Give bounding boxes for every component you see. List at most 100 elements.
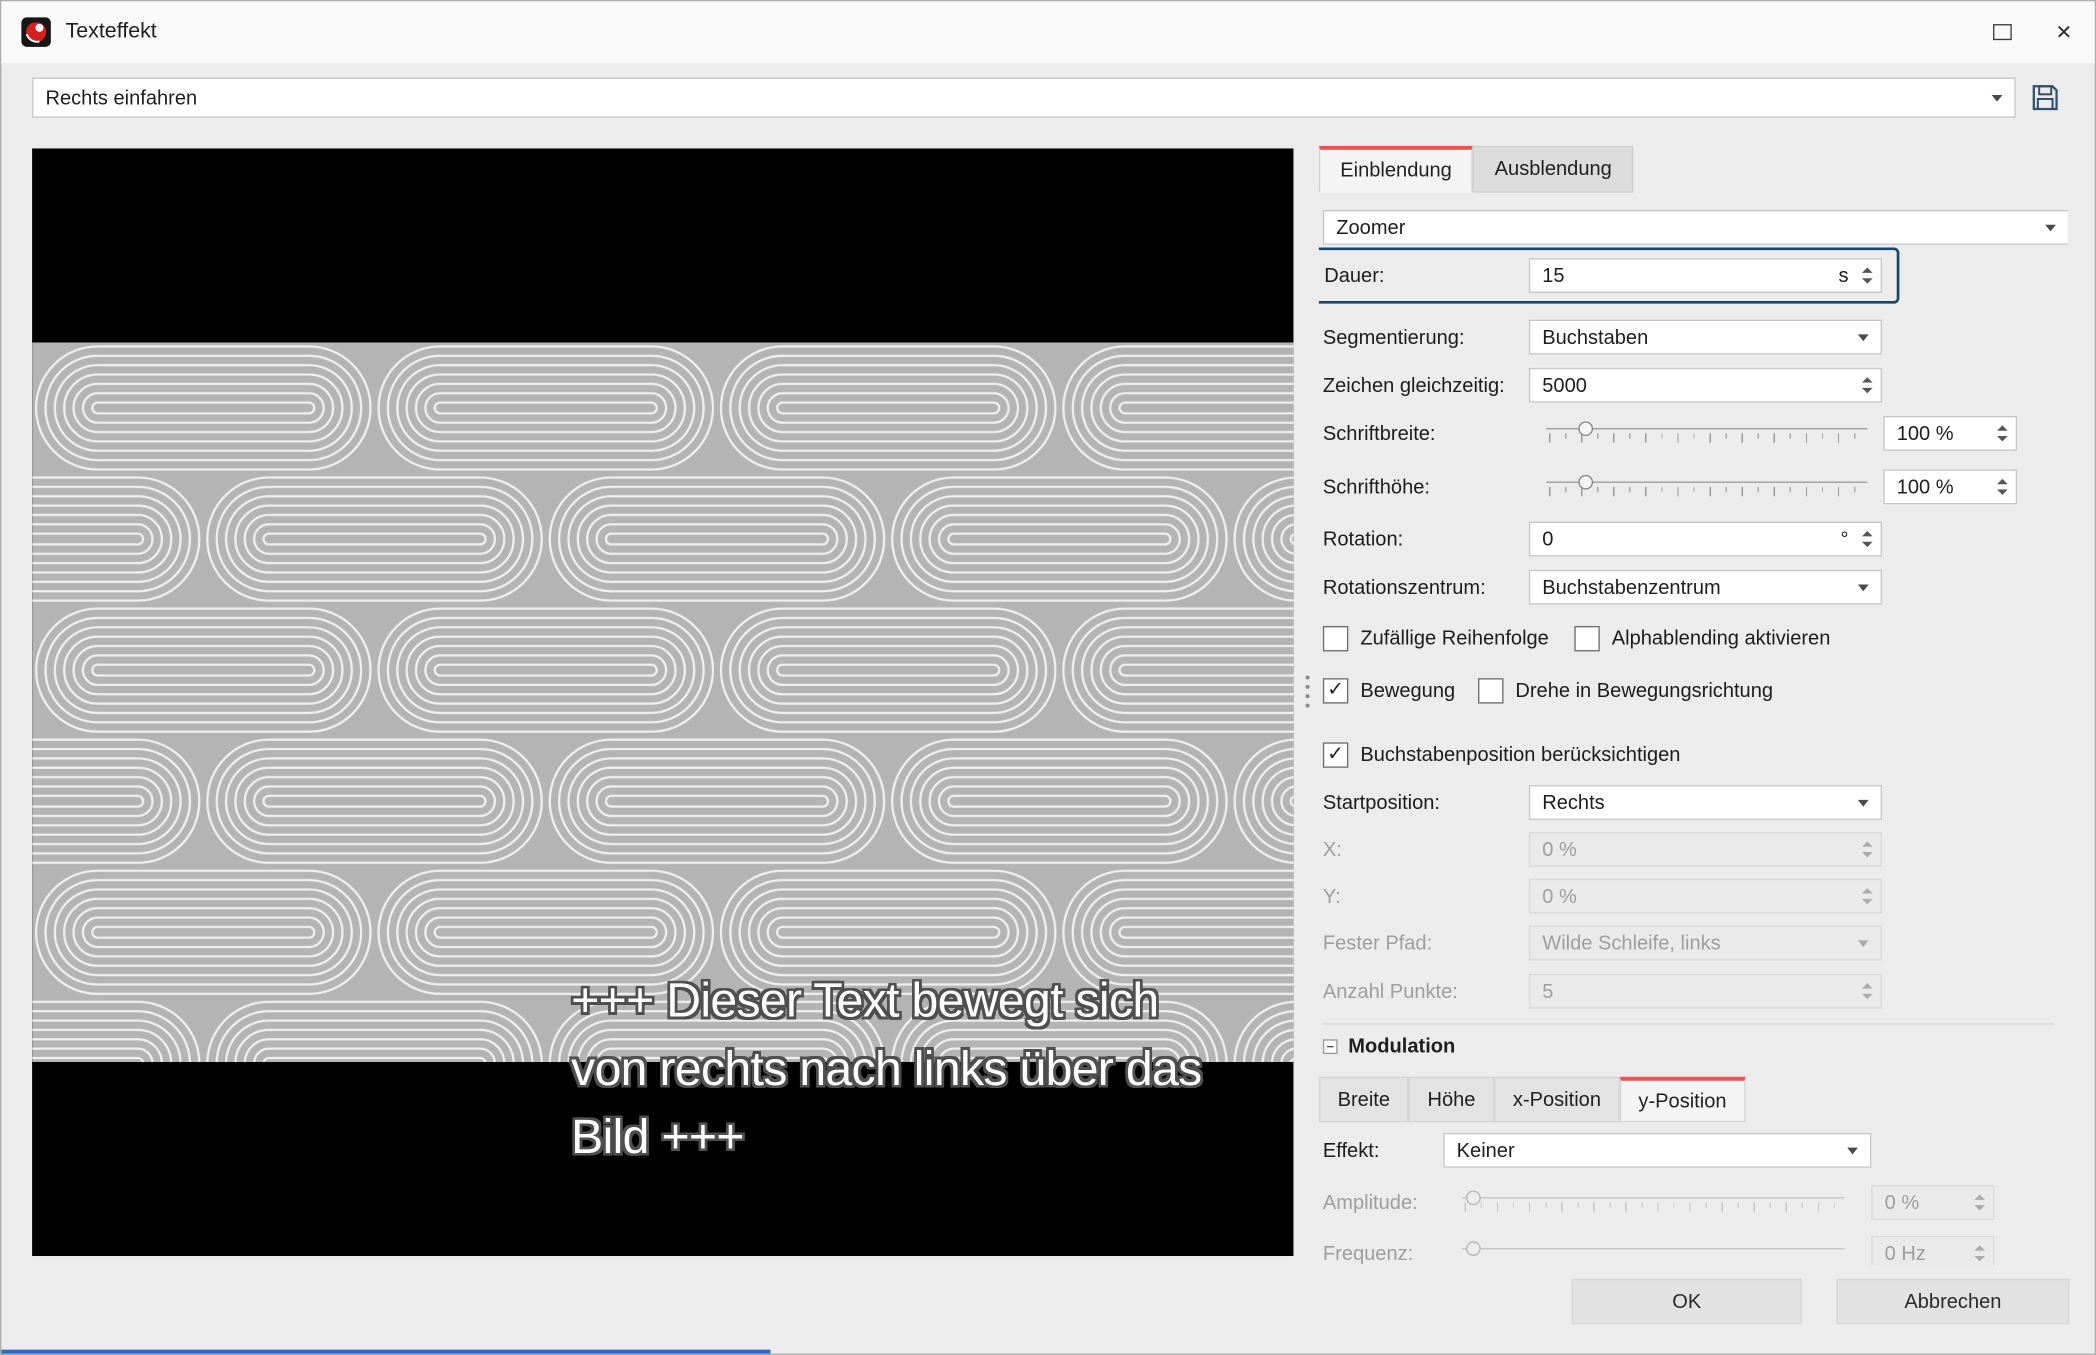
alphablending-checkbox[interactable] (1574, 625, 1600, 651)
zufaellige-reihenfolge-label[interactable]: Zufällige Reihenfolge (1360, 627, 1549, 650)
tab-breite[interactable]: Breite (1318, 1076, 1409, 1123)
window-title: Texteffekt (65, 20, 157, 43)
maximize-button[interactable] (1972, 1, 2034, 63)
rotation-value: 0 (1542, 527, 1554, 551)
close-button[interactable]: ✕ (2033, 1, 2095, 63)
spinner-buttons[interactable] (1993, 417, 2012, 449)
frequenz-spinner: 0 Hz (1871, 1235, 1995, 1266)
spinner-buttons[interactable] (1858, 259, 1877, 291)
app-logo-icon (20, 16, 52, 48)
tab-ausblendung[interactable]: Ausblendung (1473, 145, 1634, 193)
x-spinner: 0 % (1528, 831, 1883, 867)
spinner-buttons (1858, 880, 1877, 912)
chevron-down-icon (1857, 583, 1869, 591)
drehe-checkbox[interactable] (1477, 677, 1504, 703)
schrifthoehe-row: Schrifthöhe: 100 % (1323, 468, 2059, 505)
schriftbreite-slider[interactable] (1546, 417, 1868, 449)
preset-row: Rechts einfahren (32, 77, 2065, 118)
schriftbreite-label: Schriftbreite: (1322, 422, 1436, 445)
checkbox-row-3: ✓ Buchstabenposition berücksichtigen (1322, 737, 2059, 772)
tab-x-position[interactable]: x-Position (1494, 1076, 1620, 1123)
fester-pfad-value: Wilde Schleife, links (1542, 931, 1721, 955)
spinner-buttons (1970, 1237, 1989, 1265)
slider-thumb[interactable] (1578, 421, 1594, 437)
startposition-dropdown[interactable]: Rechts (1528, 785, 1883, 820)
schrifthoehe-spinner[interactable]: 100 % (1883, 469, 2018, 505)
chevron-down-icon (1857, 939, 1869, 947)
anzahl-punkte-row: Anzahl Punkte: 5 (1323, 973, 2059, 1009)
modulation-tabs: Breite Höhe x-Position y-Position (1318, 1076, 1746, 1123)
spinner-buttons (1970, 1186, 1989, 1218)
schrifthoehe-slider[interactable] (1546, 471, 1868, 503)
rotationszentrum-dropdown[interactable]: Buchstabenzentrum (1528, 569, 1883, 605)
tab-y-position[interactable]: y-Position (1619, 1076, 1746, 1123)
preview-overlay-text[interactable]: +++ Dieser Text bewegt sich von rechts n… (571, 966, 1202, 1171)
bewegung-checkbox[interactable]: ✓ (1322, 677, 1349, 703)
zeichen-label: Zeichen gleichzeitig: (1322, 373, 1505, 397)
rotation-spinner[interactable]: 0 ° (1528, 521, 1883, 557)
amplitude-spinner: 0 % (1871, 1185, 1995, 1220)
amplitude-slider (1461, 1186, 1845, 1218)
effekt-dropdown[interactable]: Keiner (1443, 1132, 1872, 1168)
anzahl-punkte-spinner: 5 (1528, 973, 1883, 1009)
segmentierung-label: Segmentierung: (1322, 325, 1465, 349)
rotation-row: Rotation: 0 ° (1323, 521, 2059, 557)
overlay-line: +++ Dieser Text bewegt sich (571, 972, 1159, 1028)
splitter-handle[interactable] (1300, 669, 1313, 714)
animation-value: Zoomer (1336, 216, 1406, 239)
spinner-buttons[interactable] (1858, 369, 1877, 401)
alphablending-label[interactable]: Alphablending aktivieren (1612, 627, 1831, 650)
save-preset-button[interactable] (2025, 78, 2065, 118)
slider-thumb (1466, 1190, 1481, 1206)
ok-button[interactable]: OK (1571, 1278, 1802, 1325)
schriftbreite-value: 100 % (1896, 422, 1954, 445)
buchstabenposition-checkbox[interactable]: ✓ (1322, 741, 1349, 768)
drehe-label[interactable]: Drehe in Bewegungsrichtung (1515, 679, 1773, 702)
fester-pfad-row: Fester Pfad: Wilde Schleife, links (1323, 925, 2059, 961)
fade-tabs: Einblendung Ausblendung (1318, 145, 1634, 193)
segmentierung-value: Buchstaben (1542, 325, 1649, 349)
settings-panel: Einblendung Ausblendung Zoomer Dauer: 15… (1318, 145, 2068, 1266)
rotationszentrum-row: Rotationszentrum: Buchstabenzentrum (1322, 569, 2059, 605)
spinner-buttons (1858, 975, 1877, 1007)
rotationszentrum-label: Rotationszentrum: (1322, 575, 1486, 599)
effekt-label: Effekt: (1322, 1138, 1380, 1162)
animation-dropdown[interactable]: Zoomer (1322, 210, 2068, 245)
dauer-spinner[interactable]: 15 s (1528, 258, 1883, 293)
x-label: X: (1322, 838, 1342, 861)
fester-pfad-dropdown: Wilde Schleife, links (1528, 925, 1883, 961)
effekt-row: Effekt: Keiner (1322, 1132, 2059, 1168)
preset-combobox[interactable]: Rechts einfahren (32, 77, 2016, 118)
tab-hoehe[interactable]: Höhe (1408, 1076, 1495, 1123)
zeichen-spinner[interactable]: 5000 (1528, 367, 1883, 403)
close-icon: ✕ (2055, 21, 2073, 45)
overlay-line: Bild +++ (571, 1108, 744, 1164)
preview-background-pattern: +++ Dieser Text bewegt sich von rechts n… (32, 342, 1294, 1164)
spinner-buttons[interactable] (1858, 523, 1877, 555)
frequenz-label: Frequenz: (1322, 1241, 1414, 1265)
dauer-unit: s (1838, 264, 1849, 287)
buchstabenposition-label[interactable]: Buchstabenposition berücksichtigen (1360, 743, 1680, 766)
title-bar: Texteffekt ✕ (1, 1, 2095, 65)
animation-row: Zoomer (1322, 210, 2068, 245)
bewegung-label[interactable]: Bewegung (1360, 679, 1455, 702)
segmentierung-dropdown[interactable]: Buchstaben (1528, 319, 1883, 355)
slider-thumb[interactable] (1578, 474, 1594, 490)
slider-thumb (1466, 1241, 1481, 1257)
maximize-icon (1993, 24, 2012, 41)
tab-einblendung[interactable]: Einblendung (1318, 145, 1474, 193)
spinner-buttons[interactable] (1993, 471, 2012, 503)
overlay-line: von rechts nach links über das (571, 1040, 1202, 1096)
amplitude-value: 0 % (1884, 1191, 1920, 1214)
collapse-icon[interactable] (1322, 1039, 1338, 1055)
x-row: X: 0 % (1322, 831, 2059, 867)
dauer-highlight-box: Dauer: 15 s (1318, 247, 1900, 304)
modulation-title: Modulation (1348, 1035, 1456, 1059)
zufaellige-reihenfolge-checkbox[interactable] (1322, 625, 1349, 651)
schriftbreite-spinner[interactable]: 100 % (1883, 415, 2018, 451)
floppy-disk-icon (2032, 85, 2058, 111)
frequenz-slider (1461, 1237, 1845, 1265)
cancel-button[interactable]: Abbrechen (1836, 1278, 2070, 1325)
rotationszentrum-value: Buchstabenzentrum (1542, 575, 1721, 599)
y-spinner: 0 % (1528, 878, 1883, 914)
